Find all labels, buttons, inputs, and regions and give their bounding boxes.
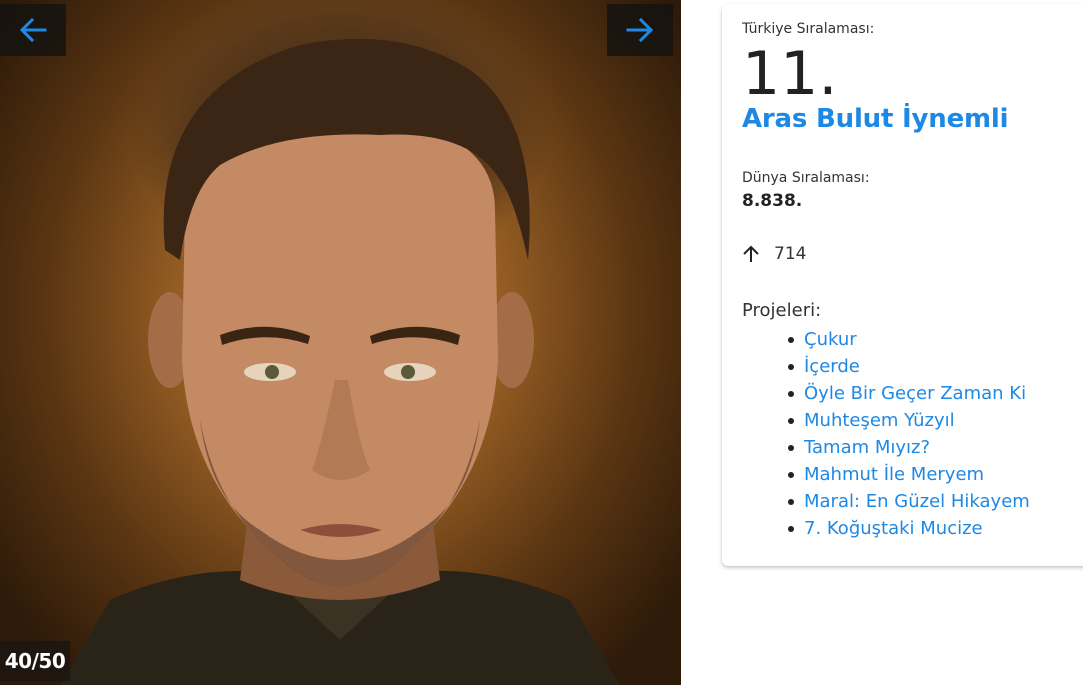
actor-photo: 40/50 <box>0 0 681 685</box>
project-item: Çukur <box>788 326 1030 353</box>
actor-info-card: Türkiye Sıralaması: 11. Aras Bulut İynem… <box>722 4 1083 566</box>
next-photo-button[interactable] <box>607 4 673 56</box>
projects-label: Projeleri: <box>742 300 822 321</box>
project-item: Tamam Mıyız? <box>788 434 1030 461</box>
project-item: Muhteşem Yüzyıl <box>788 407 1030 434</box>
project-item: İçerde <box>788 353 1030 380</box>
world-rank-value: 8.838. <box>742 191 803 211</box>
arrow-right-icon <box>626 17 654 43</box>
project-link-mahmut-ile-meryem[interactable]: Mahmut İle Meryem <box>804 464 984 485</box>
project-link-7-koGustaki-mucize[interactable]: 7. Koğuştaki Mucize <box>804 518 983 539</box>
project-item: Mahmut İle Meryem <box>788 461 1030 488</box>
photo-counter: 40/50 <box>0 641 70 681</box>
project-link-cukur[interactable]: Çukur <box>804 329 857 350</box>
actor-detail-page: 40/50 Türkiye Sıralaması: 11. Aras Bulut… <box>0 0 1083 685</box>
actor-name-link[interactable]: Aras Bulut İynemli <box>742 104 1009 134</box>
rank-trend: 714 <box>742 244 806 264</box>
world-rank-label: Dünya Sıralaması: <box>742 170 870 186</box>
trend-value: 714 <box>774 244 807 264</box>
previous-photo-button[interactable] <box>0 4 66 56</box>
project-item: 7. Koğuştaki Mucize <box>788 515 1030 542</box>
project-link-muhtesem-yuzyil[interactable]: Muhteşem Yüzyıl <box>804 410 955 431</box>
project-link-icerde[interactable]: İçerde <box>804 356 860 377</box>
arrow-left-icon <box>19 17 47 43</box>
project-link-oyle-bir-gecer-zaman-ki[interactable]: Öyle Bir Geçer Zaman Ki <box>804 383 1026 404</box>
turkey-rank-label: Türkiye Sıralaması: <box>742 21 875 37</box>
arrow-up-icon <box>743 245 759 262</box>
project-link-tamam-miyiz[interactable]: Tamam Mıyız? <box>804 437 930 458</box>
portrait-illustration <box>60 38 620 685</box>
projects-list: Çukur İçerde Öyle Bir Geçer Zaman Ki Muh… <box>788 326 1030 542</box>
turkey-rank-value: 11. <box>742 39 838 109</box>
project-link-maral[interactable]: Maral: En Güzel Hikayem <box>804 491 1030 512</box>
project-item: Maral: En Güzel Hikayem <box>788 488 1030 515</box>
project-item: Öyle Bir Geçer Zaman Ki <box>788 380 1030 407</box>
